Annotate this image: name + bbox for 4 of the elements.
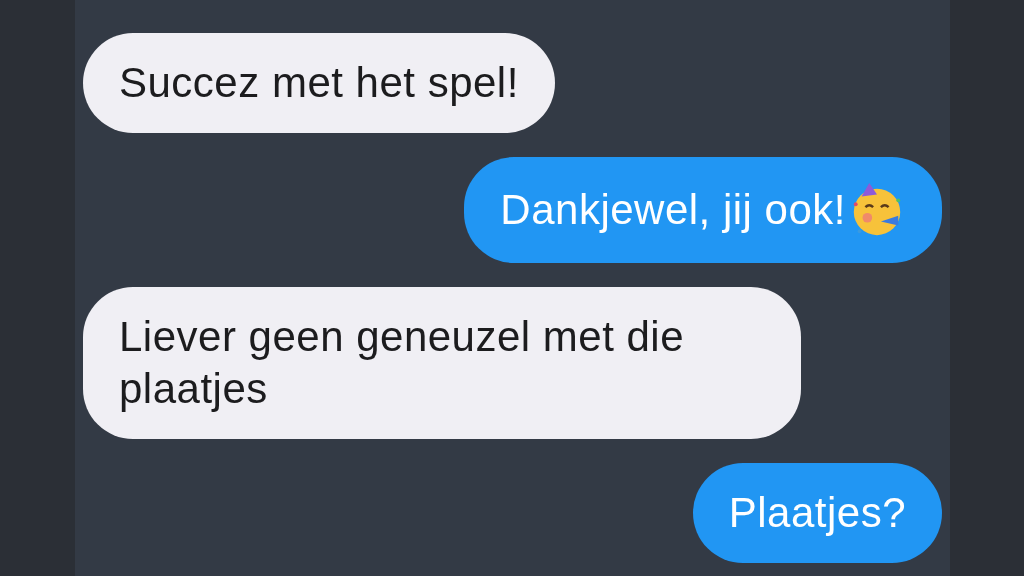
message-bubble: Plaatjes? xyxy=(692,463,942,563)
message-bubble: Dankjewel, jij ook! xyxy=(464,157,942,263)
message-bubble: Liever geen geneuzel met die plaatjes xyxy=(83,287,801,439)
message-bubble: Succez met het spel! xyxy=(83,33,555,133)
